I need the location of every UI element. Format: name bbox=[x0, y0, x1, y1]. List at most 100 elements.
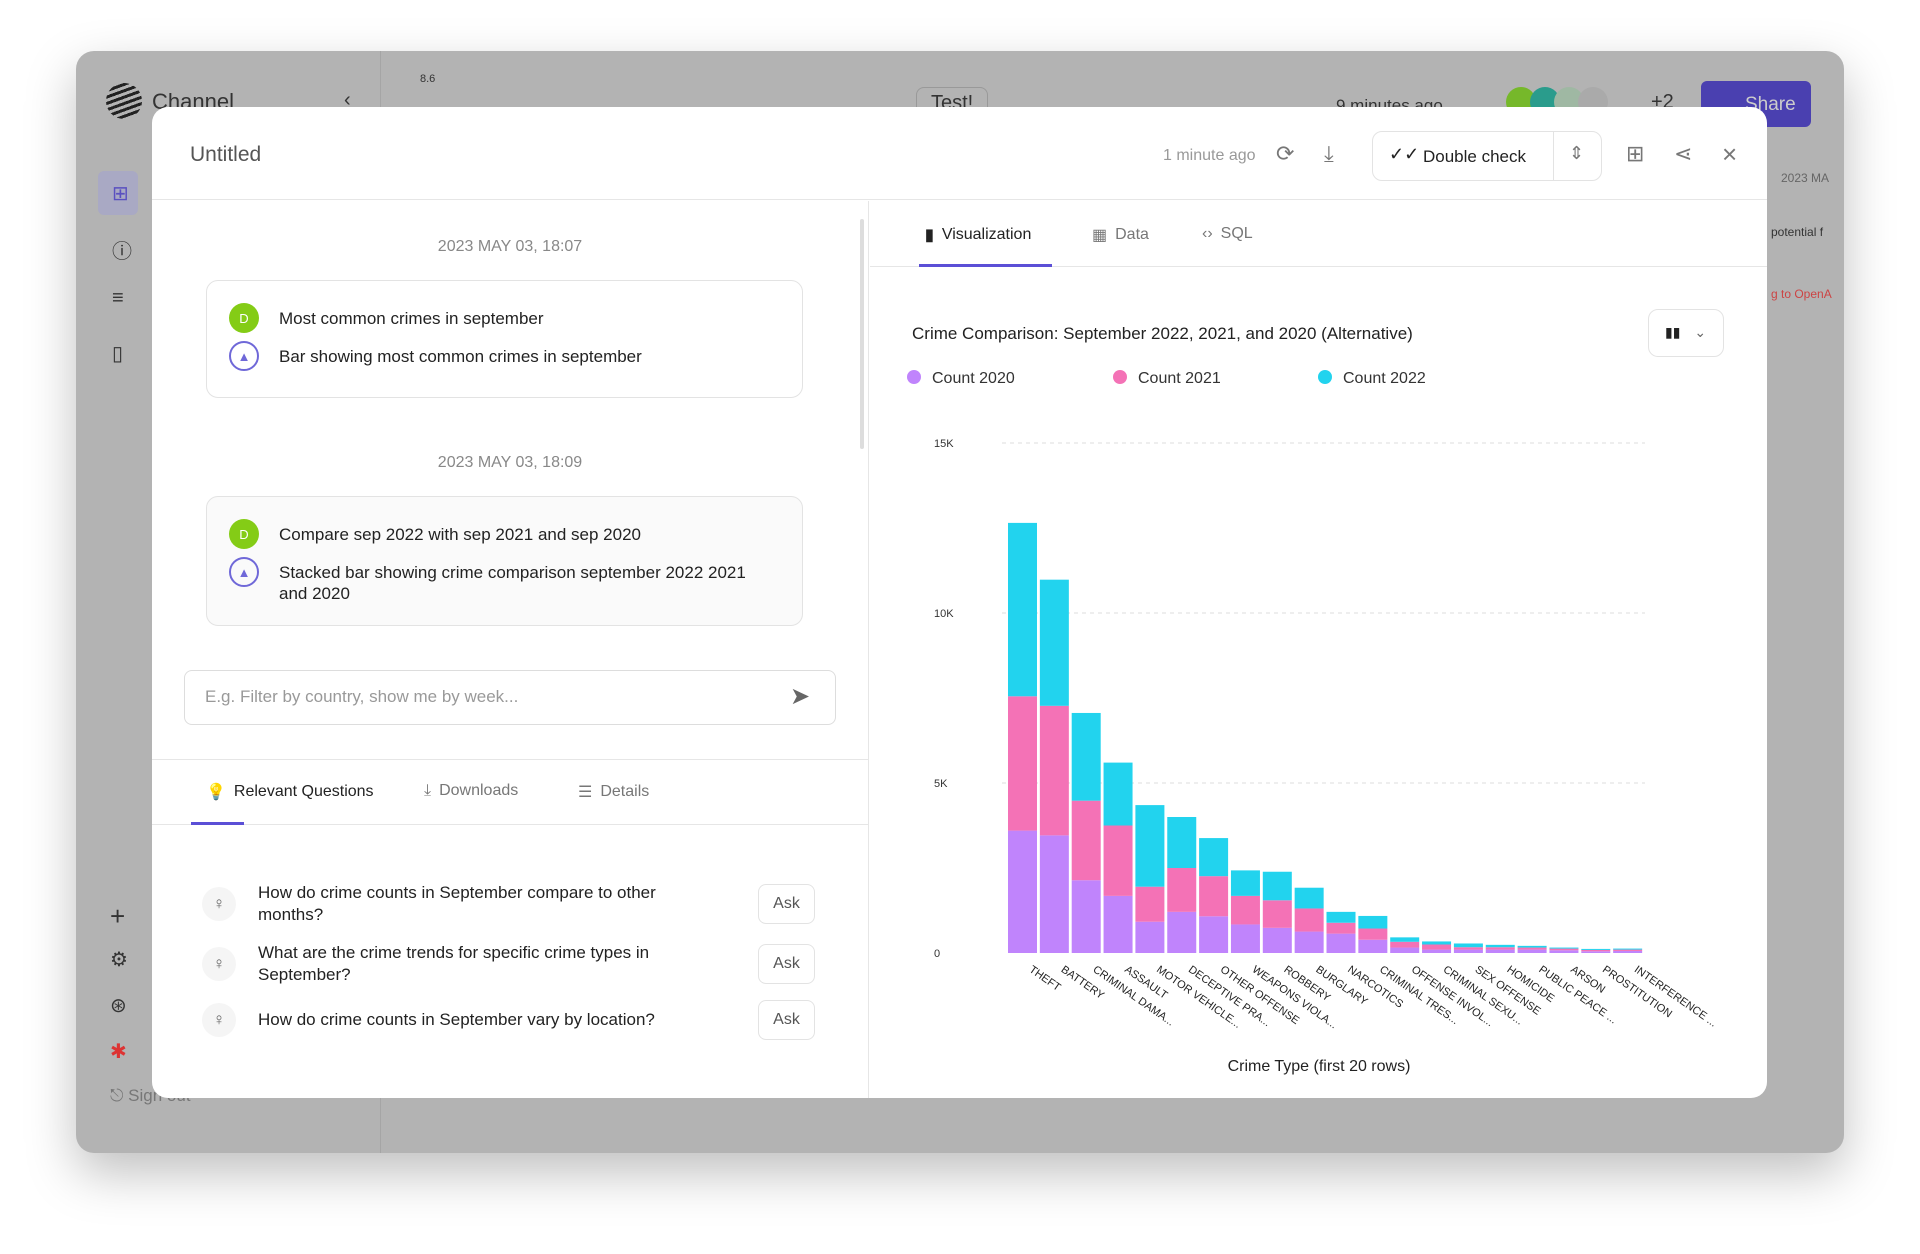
share-icon[interactable]: ⋖ bbox=[1674, 143, 1692, 165]
bar-segment bbox=[1358, 928, 1388, 940]
legend-label: Count 2021 bbox=[1138, 370, 1221, 387]
ask-button[interactable]: Ask bbox=[758, 884, 815, 924]
tab-label: Details bbox=[600, 783, 650, 800]
x-tick-label: CRIMINAL SEXU... bbox=[1441, 964, 1525, 1028]
modal-title[interactable]: Untitled bbox=[190, 143, 261, 167]
bar-segment bbox=[1199, 876, 1229, 917]
question-item: ♀ What are the crime trends for specific … bbox=[202, 939, 822, 989]
add-icon[interactable]: + bbox=[110, 901, 125, 932]
help-center-icon[interactable]: ⊛ bbox=[110, 993, 127, 1018]
side-text-error: g to OpenA bbox=[1771, 287, 1832, 301]
bar-segment bbox=[1294, 931, 1324, 953]
timestamp: 2023 MAY 03, 18:09 bbox=[437, 454, 583, 471]
y-tick-label: 15K bbox=[934, 438, 954, 450]
bar-segment bbox=[1453, 947, 1483, 950]
bar-segment bbox=[1358, 915, 1388, 929]
avatar: D bbox=[229, 303, 259, 333]
bar-segment bbox=[1453, 943, 1483, 948]
chart-type-dropdown[interactable]: ▮▮ ⌄ bbox=[1648, 309, 1724, 357]
bar-segment bbox=[1230, 870, 1260, 896]
bar-segment bbox=[1167, 868, 1197, 912]
bar-segment bbox=[1294, 908, 1324, 932]
bar-segment bbox=[1517, 947, 1547, 950]
x-tick-label: SEX OFFENSE bbox=[1473, 964, 1543, 1018]
bar-segment bbox=[1549, 947, 1579, 949]
bar-segment bbox=[1581, 951, 1611, 953]
bar-segment bbox=[1294, 887, 1324, 909]
ask-button[interactable]: Ask bbox=[758, 1000, 815, 1040]
question-input[interactable] bbox=[205, 687, 765, 707]
x-tick-label: PUBLIC PEACE ... bbox=[1536, 964, 1619, 1027]
bar-segment bbox=[1262, 927, 1292, 953]
lightbulb-icon: ♀ bbox=[202, 887, 236, 921]
side-text: potential f bbox=[1771, 225, 1824, 239]
bot-answer[interactable]: Stacked bar showing crime comparison sep… bbox=[279, 557, 769, 604]
bar-segment bbox=[1326, 911, 1356, 923]
tab-data[interactable]: ▦ Data bbox=[1092, 225, 1149, 245]
bar-segment bbox=[1135, 805, 1165, 887]
book-icon[interactable]: ▯ bbox=[112, 341, 123, 366]
x-tick-label: WEAPONS VIOLA... bbox=[1250, 964, 1340, 1032]
x-tick-label: CRIMINAL TRES... bbox=[1377, 964, 1460, 1027]
view-tabs: ▮ Visualization ▦ Data ‹› SQL bbox=[870, 201, 1767, 267]
bar-segment bbox=[1071, 712, 1101, 801]
tab-visualization[interactable]: ▮ Visualization bbox=[925, 225, 1031, 245]
bot-answer[interactable]: Bar showing most common crimes in septem… bbox=[279, 341, 642, 367]
tab-sql[interactable]: ‹› SQL bbox=[1202, 225, 1253, 243]
tab-details[interactable]: ☰ Details bbox=[578, 782, 649, 802]
grid-icon[interactable]: ⊞ bbox=[112, 181, 129, 206]
ask-button[interactable]: Ask bbox=[758, 944, 815, 984]
list-icon: ☰ bbox=[578, 784, 593, 801]
lightbulb-icon: ♀ bbox=[202, 947, 236, 981]
x-tick-label: ARSON bbox=[1568, 964, 1607, 996]
send-icon[interactable]: ➤ bbox=[790, 685, 810, 709]
x-tick-label: DECEPTIVE PRA... bbox=[1186, 964, 1273, 1030]
y-tick-label: 10K bbox=[934, 608, 954, 620]
bar-segment bbox=[1358, 939, 1388, 953]
bar-segment bbox=[1581, 948, 1611, 950]
bar-segment bbox=[1008, 522, 1037, 697]
double-check-label: Double check bbox=[1423, 147, 1527, 166]
chevron-updown-icon[interactable]: ⇕ bbox=[1569, 144, 1584, 162]
timestamp: 2023 MAY 03, 18:07 bbox=[437, 238, 583, 255]
tab-downloads[interactable]: ⤓ Downloads bbox=[424, 782, 518, 800]
database-icon[interactable]: ≡ bbox=[112, 287, 124, 310]
legend-swatch bbox=[1318, 370, 1332, 384]
bar-segment bbox=[1485, 944, 1515, 948]
double-check-button[interactable]: ✓✓ Double check ⇕ bbox=[1372, 131, 1602, 181]
slack-icon[interactable]: ✱ bbox=[110, 1039, 127, 1064]
bar-segment bbox=[1549, 948, 1579, 951]
question-text: What are the crime trends for specific c… bbox=[258, 943, 650, 984]
legend-swatch bbox=[1113, 370, 1127, 384]
bar-segment bbox=[1485, 947, 1515, 950]
bot-avatar-icon: ▲ bbox=[229, 557, 259, 587]
bar-segment bbox=[1167, 817, 1197, 868]
tab-label: Data bbox=[1115, 226, 1149, 243]
x-tick-label: PROSTITUTION bbox=[1600, 964, 1674, 1021]
question-item: ♀ How do crime counts in September compar… bbox=[202, 879, 822, 929]
side-date: 2023 MA bbox=[1781, 171, 1830, 185]
bar-segment bbox=[1262, 900, 1292, 928]
bar-segment bbox=[1326, 933, 1356, 953]
add-widget-icon[interactable]: ⊞ bbox=[1626, 143, 1644, 165]
tab-label: Relevant Questions bbox=[233, 783, 374, 800]
user-question: Most common crimes in september bbox=[279, 309, 544, 328]
bar-segment bbox=[1103, 825, 1133, 896]
tab-relevant-questions[interactable]: 💡 Relevant Questions bbox=[206, 782, 374, 802]
y-tick-label: 0 bbox=[934, 948, 940, 960]
x-tick-label: OFFENSE INVOL... bbox=[1409, 964, 1495, 1030]
stacked-bar-chart: Crime Comparison: September 2022, 2021, … bbox=[907, 324, 1719, 1075]
refresh-icon[interactable]: ⟳ bbox=[1276, 143, 1294, 165]
bar-segment bbox=[1613, 949, 1643, 951]
help-icon[interactable]: ⓘ bbox=[112, 235, 132, 264]
download-icon[interactable]: ⤓ bbox=[1324, 143, 1334, 165]
y-tick-label: 5K bbox=[934, 778, 948, 790]
x-tick-label: BURGLARY bbox=[1313, 964, 1370, 1009]
chevron-down-icon: ⌄ bbox=[1694, 324, 1707, 340]
legend-label: Count 2022 bbox=[1343, 370, 1426, 387]
table-icon: ▦ bbox=[1092, 227, 1108, 244]
bar-segment bbox=[1008, 696, 1037, 831]
close-icon[interactable]: × bbox=[1722, 141, 1737, 167]
x-tick-label: INTERFERENCE ... bbox=[1632, 964, 1719, 1030]
settings-icon[interactable]: ⚙ bbox=[110, 947, 128, 972]
